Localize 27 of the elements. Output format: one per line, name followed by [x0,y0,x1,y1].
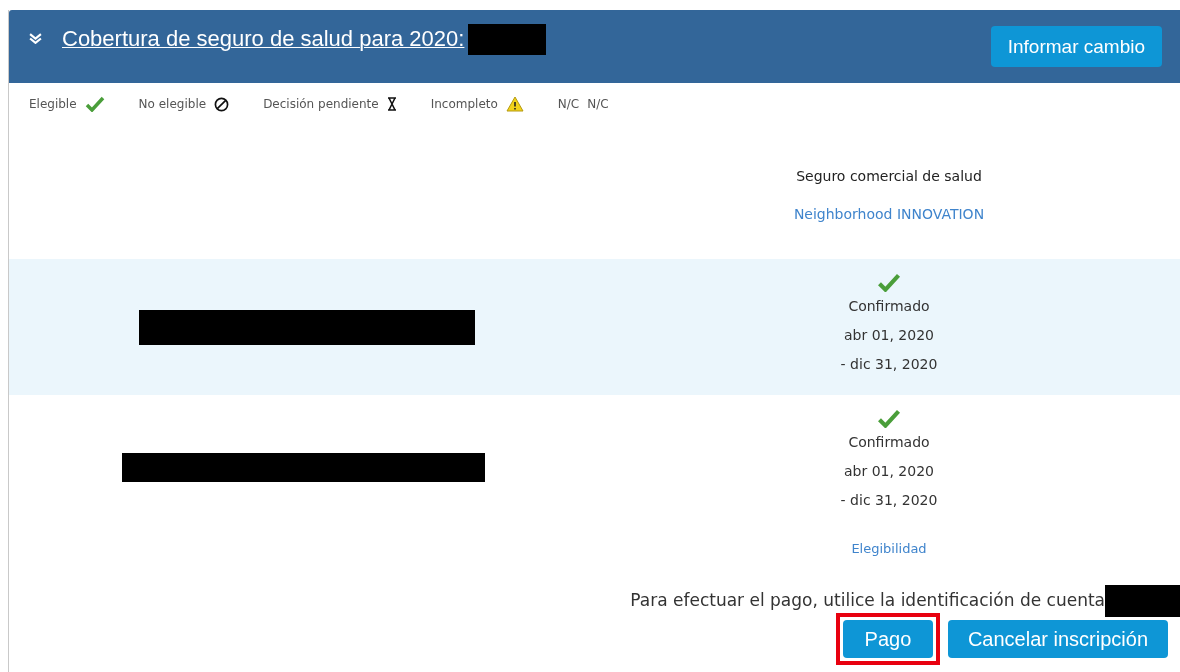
status-text: Confirmado [848,297,930,316]
end-date: - dic 31, 2020 [840,355,938,374]
legend-label: No elegible [138,97,207,111]
payment-note: Para efectuar el pago, utilice la identificación de cuenta [630,590,1105,610]
plan-link[interactable]: Neighborhood INNOVATION [793,206,985,222]
legend-label: N/C [557,97,580,111]
legend-label: Decisión pendiente [263,97,379,111]
column-heading: Seguro comercial de salud [796,168,982,184]
legend-label: Incompleto [430,97,498,111]
hourglass-icon [386,97,397,111]
status-text: Confirmado [848,433,930,452]
legend-label: Elegible [29,97,77,111]
report-change-button[interactable]: Informar cambio [990,26,1162,67]
section-title-link[interactable]: Cobertura de seguro de salud para 2020: [62,26,465,52]
end-date: - dic 31, 2020 [840,491,938,510]
cancel-enrollment-button[interactable]: Cancelar inscripción [947,620,1168,658]
check-icon [877,273,901,292]
start-date: abr 01, 2020 [844,326,934,345]
warning-icon [505,96,524,112]
legend-symbol: N/C [587,97,609,111]
eligibility-link[interactable]: Elegibilidad [851,541,927,579]
check-icon [877,409,901,428]
payment-button[interactable]: Pago [842,620,933,658]
prohibited-icon [214,96,230,112]
chevron-down-icon[interactable] [29,33,42,44]
start-date: abr 01, 2020 [844,462,934,481]
check-icon [84,96,105,112]
